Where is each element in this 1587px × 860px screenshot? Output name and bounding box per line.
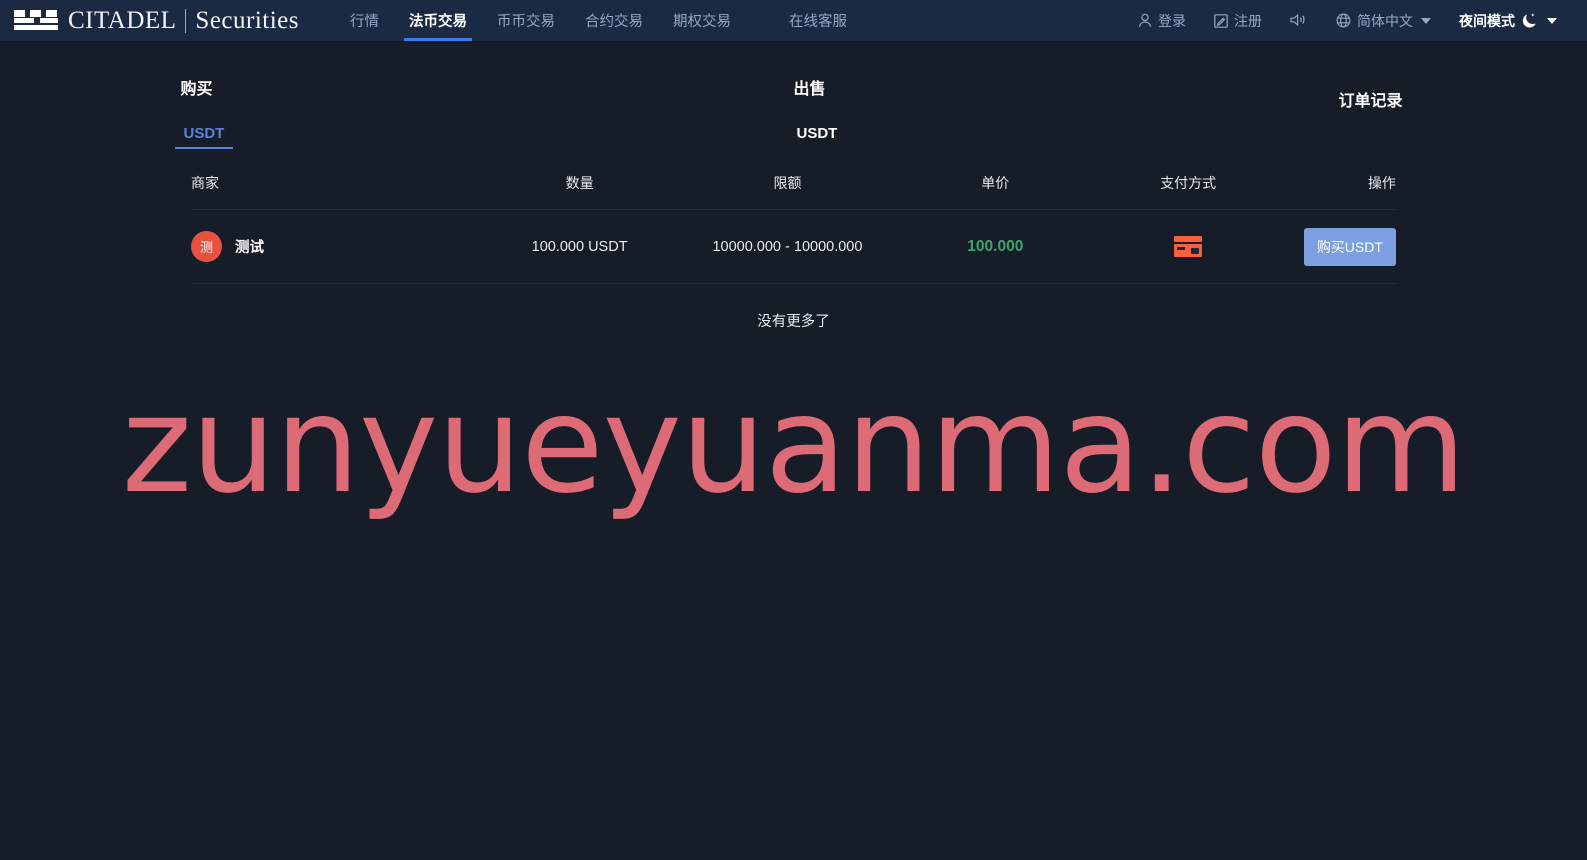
language-selector[interactable]: 简体中文: [1322, 11, 1445, 31]
buy-coin-tab-usdt[interactable]: USDT: [174, 125, 234, 149]
brand-wordmark: CITADEL Securities: [68, 7, 299, 35]
globe-icon: [1336, 13, 1351, 28]
chevron-down-icon-night: [1547, 17, 1557, 24]
user-icon: [1138, 13, 1152, 28]
chevron-down-icon: [1421, 17, 1431, 24]
column-header-payment: 支付方式: [1160, 175, 1217, 191]
brand-logo[interactable]: CITADEL Securities: [0, 7, 299, 35]
night-mode-selector[interactable]: 夜间模式: [1445, 11, 1571, 31]
login-label: 登录: [1158, 12, 1186, 29]
order-history-link[interactable]: 订单记录: [1338, 87, 1402, 111]
citadel-battlement-logo-icon: [14, 9, 58, 32]
column-header-limit: 限额: [773, 175, 802, 191]
nav-item-contract-trading[interactable]: 合约交易: [570, 0, 658, 41]
unit-price-value: 100.000: [967, 237, 1024, 255]
nav-item-online-support[interactable]: 在线客服: [774, 0, 862, 41]
buy-panel: 购买 USDT: [174, 79, 794, 149]
cell-price: 100.000: [902, 238, 1089, 256]
nav-item-markets[interactable]: 行情: [335, 0, 394, 41]
table-row: 测 测试 100.000 USDT 10000.000 - 10000.000 …: [191, 210, 1396, 284]
panel-header-row: 购买 USDT 出售 USDT 订单记录: [174, 41, 1409, 149]
register-label: 注册: [1234, 12, 1262, 29]
column-header-price: 单价: [981, 175, 1010, 191]
site-watermark: zunyueyuanma.com: [121, 367, 1467, 523]
edit-icon: [1214, 13, 1228, 28]
main-content: 购买 USDT 出售 USDT 订单记录 商家 数量 限额 单价 支付方式 操作: [0, 41, 1587, 331]
sell-coin-tab-usdt[interactable]: USDT: [794, 125, 841, 149]
bank-card-icon: [1174, 236, 1203, 257]
sound-toggle-button[interactable]: [1276, 13, 1322, 28]
column-header-action: 操作: [1367, 175, 1396, 191]
buy-coin-tabs: USDT: [174, 125, 794, 149]
cell-merchant: 测 测试: [191, 231, 486, 262]
sell-panel-title: 出售: [793, 81, 826, 98]
nav-item-coin-trading[interactable]: 币币交易: [482, 0, 570, 41]
moon-icon: [1521, 12, 1539, 29]
avatar: 测: [191, 231, 222, 262]
brand-suffix: Securities: [195, 6, 300, 34]
nav-item-fiat-trading[interactable]: 法币交易: [394, 0, 482, 41]
buy-panel-title: 购买: [180, 81, 213, 98]
cell-amount: 100.000 USDT: [531, 238, 628, 255]
brand-divider: [185, 8, 187, 33]
brand-name: CITADEL: [68, 6, 177, 34]
table-header-row: 商家 数量 限额 单价 支付方式 操作: [191, 173, 1396, 210]
login-button[interactable]: 登录: [1124, 11, 1200, 31]
top-header: CITADEL Securities 行情 法币交易 币币交易 合约交易 期权交…: [0, 0, 1587, 41]
cell-action: 购买USDT: [1288, 227, 1396, 266]
header-actions: 登录 注册 简体中文 夜间模式: [1124, 11, 1587, 31]
buy-usdt-button[interactable]: 购买USDT: [1303, 227, 1396, 266]
register-button[interactable]: 注册: [1200, 11, 1276, 31]
orders-panel: 订单记录: [1236, 79, 1408, 111]
language-label: 简体中文: [1357, 12, 1413, 29]
sell-coin-tabs: USDT: [794, 125, 1237, 149]
column-header-amount: 数量: [565, 175, 594, 191]
no-more-results-text: 没有更多了: [757, 314, 830, 330]
cell-limit: 10000.000 - 10000.000: [712, 238, 863, 255]
column-header-merchant: 商家: [191, 175, 219, 191]
merchant-name[interactable]: 测试: [235, 236, 264, 257]
night-mode-label: 夜间模式: [1459, 12, 1515, 29]
offers-table: 商家 数量 限额 单价 支付方式 操作 测 测试 100.000 USDT 10…: [191, 173, 1396, 331]
cell-payment: [1089, 236, 1288, 257]
speaker-icon: [1290, 13, 1308, 28]
nav-item-options-trading[interactable]: 期权交易: [658, 0, 746, 41]
sell-panel: 出售 USDT: [794, 79, 1237, 149]
main-navigation: 行情 法币交易 币币交易 合约交易 期权交易 在线客服: [335, 0, 862, 41]
